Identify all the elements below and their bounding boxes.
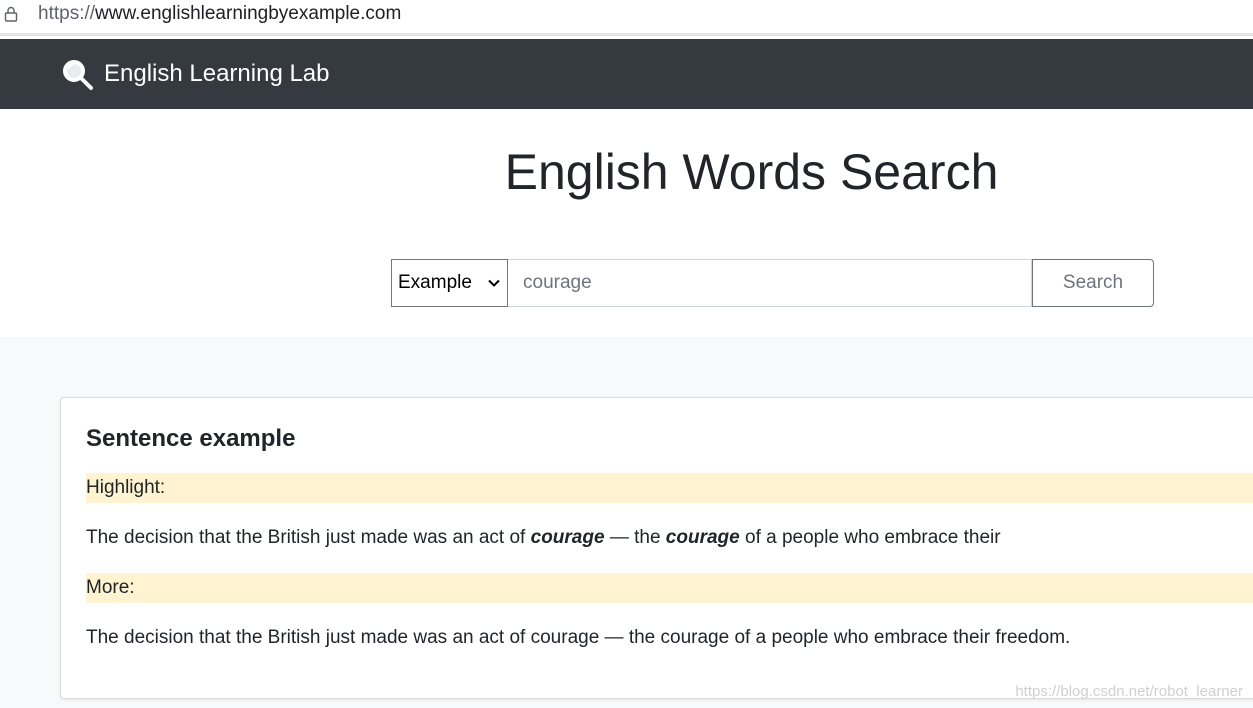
url-host: www.englishlearningbyexample.com [95, 3, 402, 24]
sentence-example-card: Sentence example Highlight: The decision… [60, 397, 1253, 699]
sentence-text: The decision that the British just made … [86, 527, 531, 548]
sentence-text: — the [604, 527, 666, 548]
keyword-highlight: courage [530, 527, 605, 548]
url-scheme: https:// [38, 3, 96, 24]
highlight-label: Highlight: [86, 473, 1253, 503]
search-form: Example courage Search [391, 259, 1154, 307]
browser-address-bar[interactable]: https://www.englishlearningbyexample.com [0, 0, 1253, 36]
more-label: More: [86, 573, 1253, 603]
page-title: English Words Search [504, 144, 999, 200]
search-input[interactable]: courage [508, 259, 1032, 307]
search-mode-select[interactable]: Example [391, 259, 508, 307]
search-button[interactable]: Search [1032, 259, 1154, 307]
top-navbar: English Learning Lab [0, 39, 1253, 109]
brand-link[interactable]: English Learning Lab [104, 60, 330, 88]
url-text[interactable]: https://www.englishlearningbyexample.com [38, 3, 401, 25]
highlight-sentence: The decision that the British just made … [86, 527, 1001, 549]
chevron-down-icon [488, 279, 500, 287]
magnifier-icon[interactable] [60, 57, 94, 91]
search-hero: English Words Search Example courage Sea… [0, 109, 1253, 337]
search-mode-value: Example [398, 272, 472, 293]
results-area: Sentence example Highlight: The decision… [0, 337, 1253, 708]
lock-icon [4, 6, 18, 22]
watermark: https://blog.csdn.net/robot_learner [1015, 683, 1243, 700]
more-sentence: The decision that the British just made … [86, 627, 1071, 648]
card-title: Sentence example [86, 425, 296, 452]
sentence-text: of a people who embrace their [739, 527, 1001, 548]
keyword-highlight: courage [665, 527, 740, 548]
